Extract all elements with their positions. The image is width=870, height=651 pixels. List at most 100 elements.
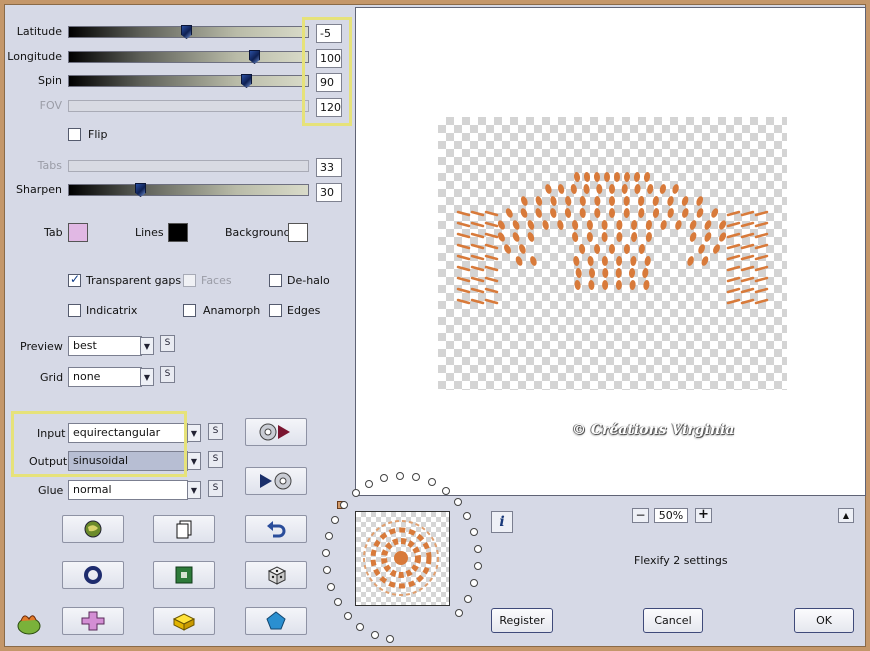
input-map-button[interactable] <box>245 418 307 446</box>
dial-dot[interactable] <box>339 501 348 510</box>
randomize-button[interactable] <box>62 515 124 543</box>
dial-dot[interactable] <box>330 515 339 524</box>
dial-dot[interactable] <box>470 578 479 587</box>
glue-save-button[interactable]: S <box>208 480 223 497</box>
dial-dot[interactable] <box>322 548 331 557</box>
de-halo-checkbox[interactable] <box>269 274 282 287</box>
preview-streak <box>470 287 485 294</box>
zoom-out-button[interactable]: − <box>632 508 649 523</box>
dial-dot[interactable] <box>473 561 482 570</box>
sharpen-slider[interactable] <box>68 183 309 197</box>
input-save-button[interactable]: S <box>208 423 223 440</box>
dial-dot[interactable] <box>333 598 342 607</box>
dial-dot[interactable] <box>454 608 463 617</box>
dice-button[interactable] <box>245 561 307 589</box>
input-dropdown-arrow-icon[interactable]: ▼ <box>187 424 201 442</box>
copy-button[interactable] <box>153 515 215 543</box>
tab-color-swatch[interactable] <box>68 223 88 242</box>
latitude-thumb[interactable] <box>181 25 192 39</box>
faces-label: Faces <box>201 274 232 287</box>
sharpen-input[interactable]: 30 <box>316 183 342 202</box>
glue-dropdown-arrow-icon[interactable]: ▼ <box>187 481 201 499</box>
frame-button[interactable] <box>153 561 215 589</box>
pentagon-button[interactable] <box>245 607 307 635</box>
arrow-to-disc-icon <box>260 472 292 490</box>
output-save-button[interactable]: S <box>208 451 223 468</box>
preview-streak <box>456 210 471 217</box>
preview-dot <box>609 244 615 254</box>
preview-dot <box>570 184 577 194</box>
sharpen-thumb[interactable] <box>135 183 146 197</box>
grid-save-button[interactable]: S <box>160 366 175 383</box>
block-button[interactable] <box>153 607 215 635</box>
anamorph-checkbox[interactable] <box>183 304 196 317</box>
dial-dot[interactable] <box>464 594 472 603</box>
cancel-button[interactable]: Cancel <box>643 608 703 633</box>
faces-checkbox <box>183 274 196 287</box>
zoom-in-button[interactable]: + <box>695 508 712 523</box>
preview-dot <box>579 208 586 218</box>
dial-dot[interactable] <box>351 489 360 498</box>
output-dropdown-arrow-icon[interactable]: ▼ <box>187 452 201 470</box>
preview-dropdown-arrow-icon[interactable]: ▼ <box>140 337 154 355</box>
preview-dot <box>512 232 520 242</box>
preview-dot <box>667 196 674 206</box>
background-color-swatch[interactable] <box>288 223 308 242</box>
dial-dot[interactable] <box>356 622 365 631</box>
flip-checkbox[interactable] <box>68 128 81 141</box>
glue-select[interactable]: normal <box>68 480 188 500</box>
info-button[interactable]: i <box>491 511 513 533</box>
lines-color-label: Lines <box>135 226 164 239</box>
preview-checkerboard <box>438 117 787 390</box>
dial-dot[interactable] <box>473 544 482 553</box>
dial-dot[interactable] <box>470 527 478 536</box>
preview-dot <box>602 280 609 290</box>
dial-dot[interactable] <box>370 630 379 639</box>
dial-dot[interactable] <box>427 478 436 487</box>
preview-dot <box>659 184 667 194</box>
preview-streak <box>470 254 485 261</box>
preview-streak <box>484 287 499 294</box>
grid-select[interactable]: none <box>68 367 142 387</box>
dice-icon <box>267 566 287 585</box>
preview-save-button[interactable]: S <box>160 335 175 352</box>
latitude-slider[interactable] <box>68 25 309 39</box>
tabs-slider <box>68 160 309 172</box>
longitude-thumb[interactable] <box>249 50 260 64</box>
ring-button[interactable] <box>62 561 124 589</box>
output-map-button[interactable] <box>245 467 307 495</box>
preview-select[interactable]: best <box>68 336 142 356</box>
ok-button[interactable]: OK <box>794 608 854 633</box>
pentagon-icon <box>266 611 286 630</box>
undo-button[interactable] <box>245 515 307 543</box>
tabs-input[interactable]: 33 <box>316 158 342 177</box>
transparent-gaps-checkbox[interactable] <box>68 272 81 287</box>
dial-dot[interactable] <box>463 512 472 520</box>
dial-dot[interactable] <box>326 582 335 591</box>
preview-pane[interactable]: © Créations Virginia <box>355 7 866 496</box>
navigator-thumbnail[interactable] <box>355 511 450 606</box>
dial-dot[interactable] <box>386 635 395 643</box>
preview-dot <box>557 184 565 194</box>
longitude-slider[interactable] <box>68 50 309 64</box>
preview-streak <box>754 221 769 228</box>
dial-dot[interactable] <box>322 565 331 574</box>
collapse-button[interactable]: ▲ <box>838 508 854 523</box>
preview-dot <box>629 280 636 290</box>
preview-streak <box>726 221 741 228</box>
register-button[interactable]: Register <box>491 608 553 633</box>
dial-dot[interactable] <box>453 498 462 507</box>
lines-color-swatch[interactable] <box>168 223 188 242</box>
spin-slider[interactable] <box>68 74 309 88</box>
indicatrix-checkbox[interactable] <box>68 304 81 317</box>
dial-dot[interactable] <box>343 611 352 620</box>
edges-checkbox[interactable] <box>269 304 282 317</box>
grid-dropdown-arrow-icon[interactable]: ▼ <box>140 368 154 386</box>
dial-dot[interactable] <box>441 486 450 495</box>
cross-button[interactable] <box>62 607 124 635</box>
preview-streak <box>456 254 471 261</box>
dial-dot[interactable] <box>324 531 333 540</box>
spin-thumb[interactable] <box>241 74 252 88</box>
preview-dot <box>586 220 593 230</box>
preview-dot <box>719 220 727 230</box>
